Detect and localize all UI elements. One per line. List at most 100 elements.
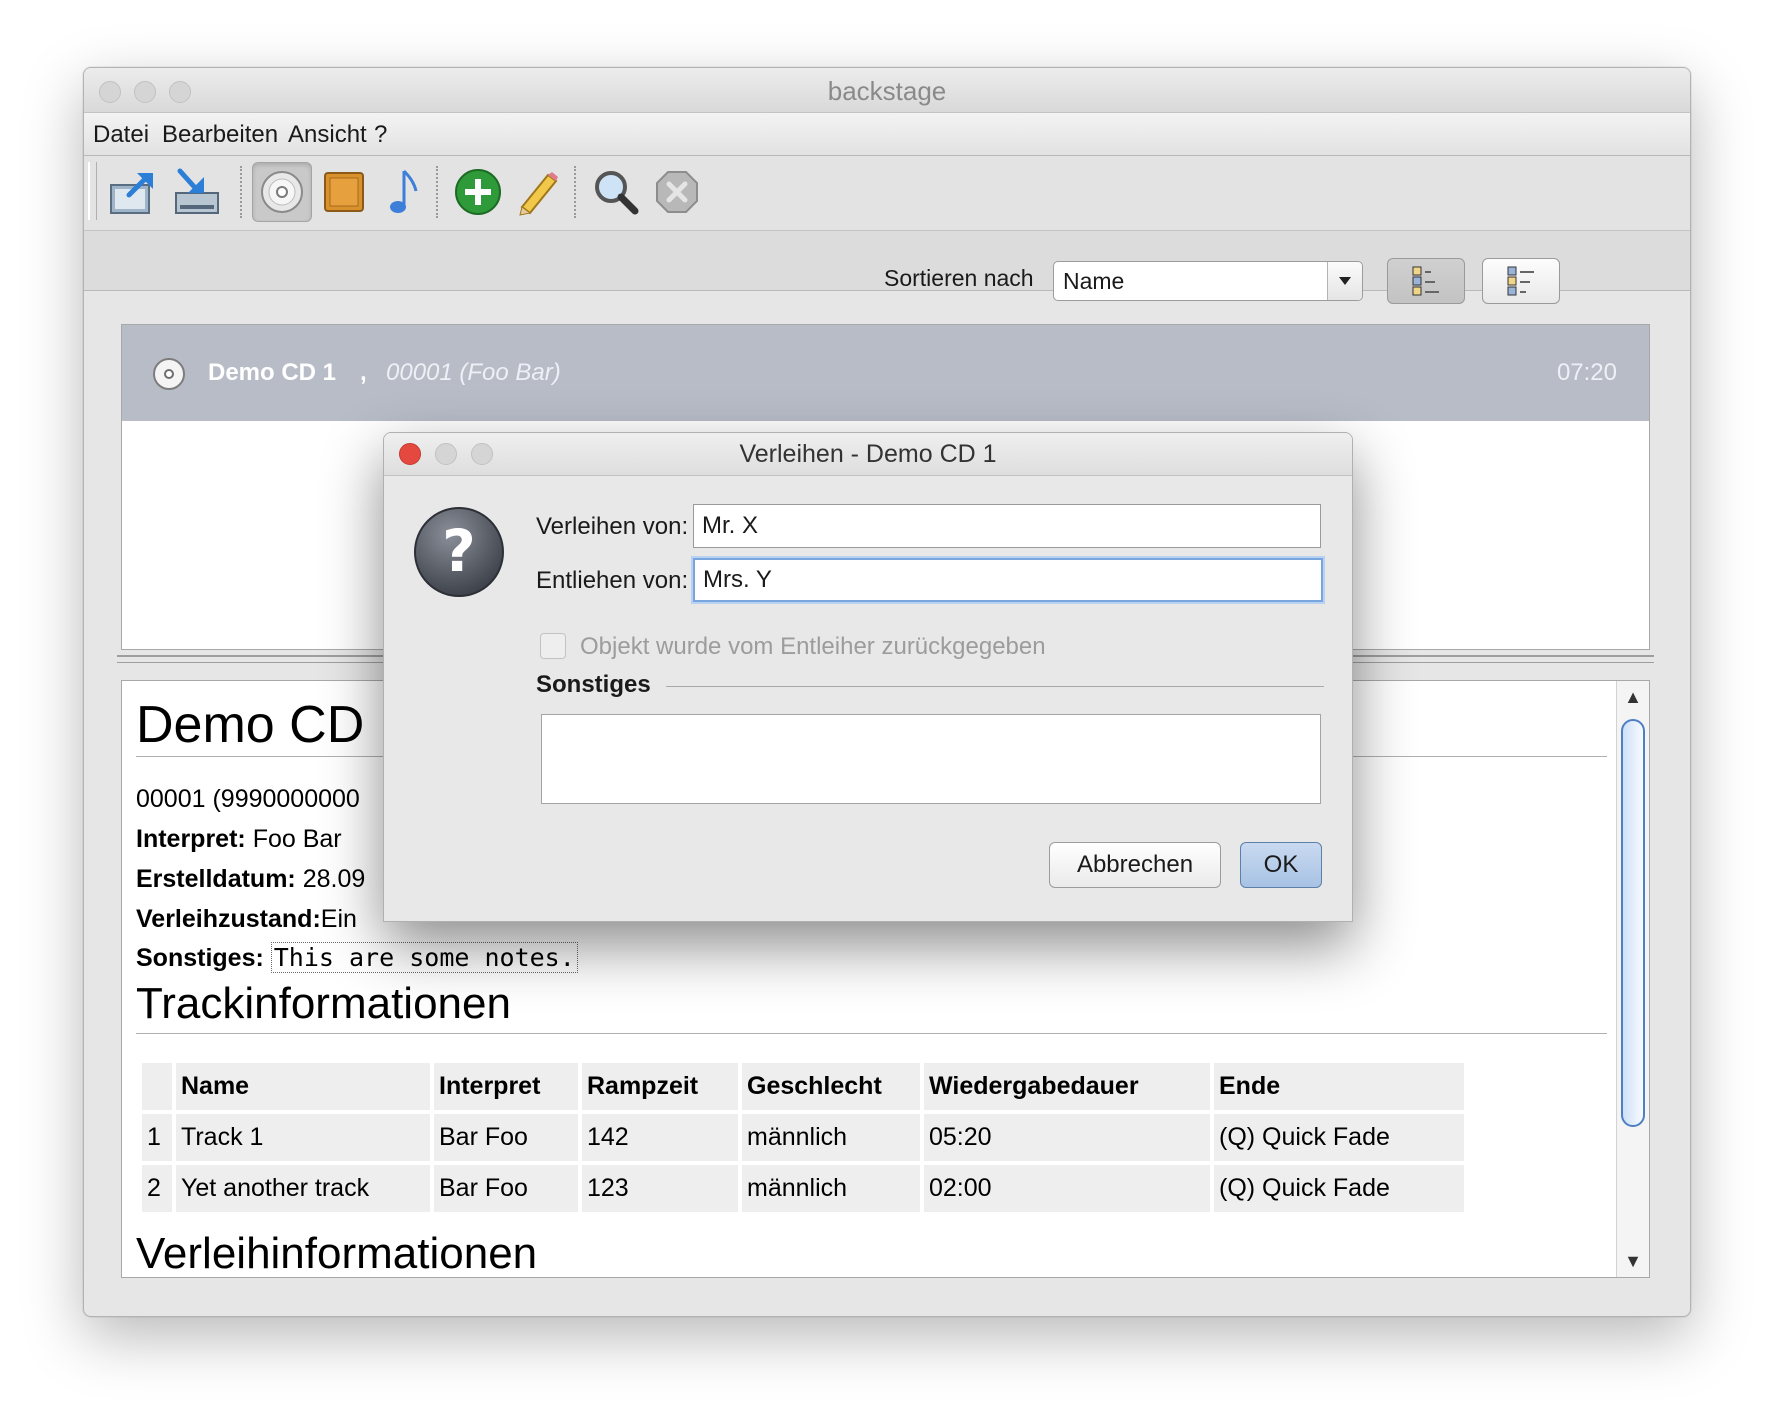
- scroll-up-arrow-icon[interactable]: ▲: [1617, 683, 1649, 711]
- toolbar-separator: [436, 166, 438, 218]
- list-item-separator: ,: [360, 359, 367, 386]
- column-header: Wiedergabedauer: [924, 1063, 1210, 1110]
- svg-text:?: ?: [442, 517, 476, 585]
- add-icon: [455, 169, 501, 215]
- column-header: Ende: [1214, 1063, 1464, 1110]
- table-cell: männlich: [742, 1165, 920, 1212]
- sort-selected-value: Name: [1063, 268, 1125, 294]
- cd-view-button[interactable]: [252, 162, 312, 222]
- menu-ansicht[interactable]: Ansicht: [288, 121, 367, 149]
- delete-button[interactable]: [647, 162, 707, 222]
- created-value: 28.09: [302, 865, 366, 893]
- detail-id-line: 00001 (9990000000: [136, 785, 360, 813]
- column-header: Interpret: [434, 1063, 578, 1110]
- detail-title: Demo CD: [136, 696, 365, 754]
- column-header: Geschlecht: [742, 1063, 920, 1110]
- detail-interpret: Interpret: Foo Bar: [136, 825, 342, 854]
- cancel-button[interactable]: Abbrechen: [1049, 842, 1221, 888]
- column-header: Rampzeit: [582, 1063, 738, 1110]
- delete-icon: [656, 171, 698, 213]
- list-item[interactable]: Demo CD 1 , 00001 (Foo Bar) 07:20: [122, 325, 1649, 421]
- divider: [136, 1033, 1607, 1034]
- table-cell: Yet another track: [176, 1165, 430, 1212]
- divider: [666, 686, 1324, 687]
- sort-label: Sortieren nach: [884, 265, 1034, 291]
- title-bar[interactable]: backstage: [84, 68, 1690, 113]
- lend-state-label: Verleihzustand:: [136, 905, 321, 933]
- tracks-table: Name Interpret Rampzeit Geschlecht Wiede…: [138, 1059, 1468, 1216]
- table-cell: 05:20: [924, 1114, 1210, 1161]
- search-icon: [595, 171, 639, 215]
- box-icon: [324, 172, 364, 212]
- table-cell: (Q) Quick Fade: [1214, 1114, 1464, 1161]
- menu-bearbeiten[interactable]: Bearbeiten: [162, 121, 278, 149]
- edit-icon: [519, 172, 558, 216]
- chevron-down-icon[interactable]: [1327, 262, 1362, 300]
- lent-by-label: Verleihen von:: [536, 513, 689, 540]
- table-cell: 2: [142, 1165, 172, 1212]
- box-view-button[interactable]: [314, 162, 374, 222]
- sort-select[interactable]: Name: [1053, 261, 1363, 301]
- table-cell: 142: [582, 1114, 738, 1161]
- open-button[interactable]: [103, 162, 163, 222]
- table-cell: Bar Foo: [434, 1165, 578, 1212]
- interpret-value: Foo Bar: [252, 825, 342, 853]
- lend-state-value: Ein: [320, 905, 357, 933]
- lent-by-field[interactable]: [693, 504, 1321, 548]
- import-button[interactable]: [166, 162, 226, 222]
- misc-section-title: Sonstiges: [536, 671, 651, 698]
- column-header: Name: [176, 1063, 430, 1110]
- sort-ascending-icon: [1412, 266, 1439, 296]
- list-item-duration: 07:20: [1556, 359, 1617, 386]
- table-cell: Bar Foo: [434, 1114, 578, 1161]
- dialog-title-bar[interactable]: Verleihen - Demo CD 1: [384, 433, 1352, 476]
- returned-checkbox[interactable]: [540, 633, 566, 659]
- lend-heading: Verleihinformationen: [136, 1229, 538, 1277]
- menu-help[interactable]: ?: [374, 121, 387, 149]
- cd-icon: [153, 358, 185, 390]
- scroll-down-arrow-icon[interactable]: ▼: [1617, 1247, 1649, 1275]
- music-view-button[interactable]: [374, 162, 434, 222]
- detail-lend-state: Verleihzustand:Ein: [136, 905, 357, 934]
- cd-icon: [261, 171, 303, 213]
- interpret-label: Interpret:: [136, 825, 246, 853]
- toolbar-handle[interactable]: [88, 162, 97, 220]
- window-title: backstage: [827, 76, 947, 106]
- question-icon: ?: [414, 507, 504, 597]
- borrowed-by-label: Entliehen von:: [536, 567, 689, 594]
- table-cell: 123: [582, 1165, 738, 1212]
- column-header: [142, 1063, 172, 1110]
- table-cell: Track 1: [176, 1114, 430, 1161]
- table-cell: (Q) Quick Fade: [1214, 1165, 1464, 1212]
- scroll-thumb[interactable]: [1621, 719, 1645, 1127]
- menu-datei[interactable]: Datei: [93, 121, 149, 149]
- table-cell: 1: [142, 1114, 172, 1161]
- list-item-subtitle: 00001 (Foo Bar): [386, 359, 561, 386]
- notes-label: Sonstiges:: [136, 944, 264, 972]
- detail-scrollbar[interactable]: ▲ ▼: [1616, 681, 1649, 1277]
- notes-value: This are some notes.: [270, 942, 578, 973]
- search-button[interactable]: [586, 162, 646, 222]
- returned-checkbox-label: Objekt wurde vom Entleiher zurückgegeben: [580, 633, 1046, 660]
- lend-dialog: Verleihen - Demo CD 1 ? Verleihen von: E…: [383, 432, 1353, 922]
- created-label: Erstelldatum:: [136, 865, 296, 893]
- ok-button[interactable]: OK: [1240, 842, 1322, 888]
- borrowed-by-field[interactable]: [693, 558, 1323, 602]
- menu-bar: Datei Bearbeiten Ansicht ?: [84, 113, 1690, 156]
- tracks-heading: Trackinformationen: [136, 979, 511, 1028]
- dialog-title: Verleihen - Demo CD 1: [739, 440, 997, 468]
- detail-notes: Sonstiges: This are some notes.: [136, 942, 578, 973]
- add-button[interactable]: [448, 162, 508, 222]
- detail-created: Erstelldatum: 28.09: [136, 865, 365, 894]
- toolbar-separator: [240, 166, 242, 218]
- table-row: 1 Track 1 Bar Foo 142 männlich 05:20 (Q)…: [142, 1114, 1464, 1161]
- table-cell: männlich: [742, 1114, 920, 1161]
- misc-textarea[interactable]: [541, 714, 1321, 804]
- table-header-row: Name Interpret Rampzeit Geschlecht Wiede…: [142, 1063, 1464, 1110]
- sort-descending-icon: [1507, 266, 1534, 296]
- sort-descending-button[interactable]: [1482, 258, 1560, 304]
- toolbar-separator: [574, 166, 576, 218]
- edit-button[interactable]: [507, 162, 567, 222]
- table-row: 2 Yet another track Bar Foo 123 männlich…: [142, 1165, 1464, 1212]
- sort-ascending-button[interactable]: [1387, 258, 1465, 304]
